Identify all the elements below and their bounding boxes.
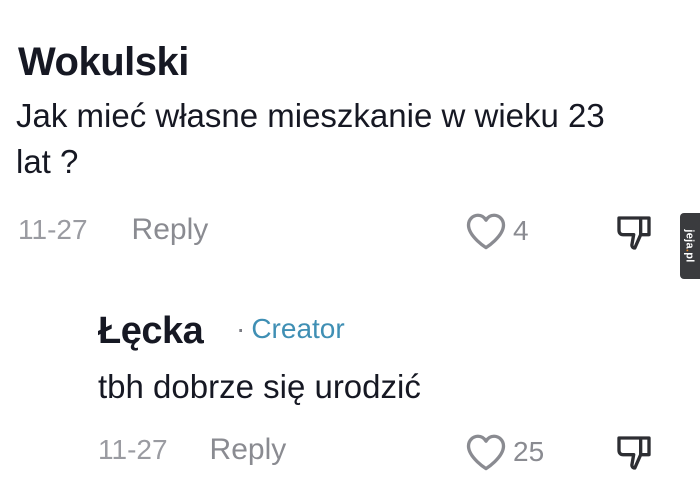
watermark-logo: jeja.pl (684, 229, 696, 262)
reply-button[interactable]: Reply (210, 433, 287, 467)
comment-text: tbh dobrze się urodzić (98, 368, 421, 405)
comment-username[interactable]: Wokulski (18, 40, 189, 85)
dislike-button[interactable] (614, 213, 654, 258)
reply-button[interactable]: Reply (132, 213, 209, 247)
thumbs-down-icon (617, 436, 651, 470)
creator-badge-wrap: · Creator (236, 313, 345, 345)
heart-icon (466, 434, 506, 471)
heart-icon (466, 213, 506, 250)
comment: Wokulski Jak mieć własne mieszkanie w wi… (0, 0, 700, 280)
comment-text: Jak mieć własne mieszkanie w wieku 23 la… (16, 97, 605, 180)
creator-badge: Creator (251, 313, 345, 344)
comment-date: 11-27 (18, 214, 88, 245)
comment-meta: 11-27 Reply (18, 213, 208, 247)
like-button[interactable]: 4 (465, 211, 529, 251)
like-button[interactable]: 25 (465, 432, 544, 472)
separator-dot: · (236, 313, 246, 344)
comment-username[interactable]: Łęcka (98, 310, 204, 353)
dislike-button[interactable] (614, 433, 654, 478)
reply-comment: Łęcka · Creator tbh dobrze się urodzić 11… (0, 280, 700, 500)
like-count: 25 (513, 436, 545, 467)
thumbs-down-icon (617, 216, 651, 250)
watermark-tab: jeja.pl (680, 213, 700, 279)
watermark-tld: pl (684, 252, 696, 263)
watermark-brand: jeja (684, 229, 696, 249)
comment-meta: 11-27 Reply (98, 433, 286, 467)
like-count: 4 (513, 215, 529, 246)
comment-date: 11-27 (98, 434, 168, 465)
